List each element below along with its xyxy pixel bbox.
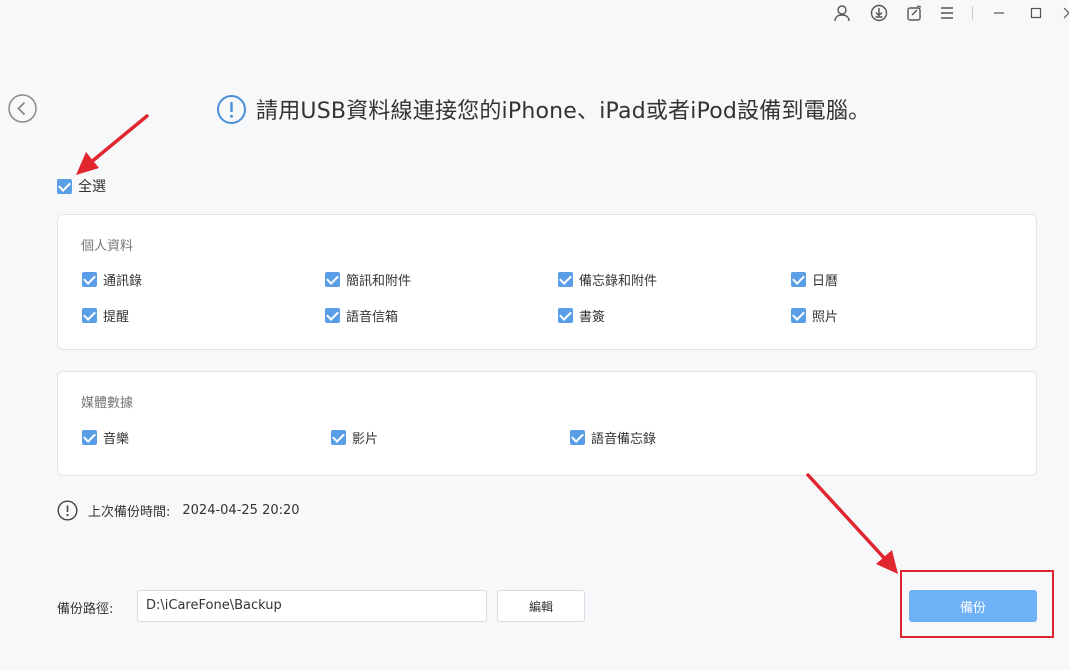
checkbox-voice-memos[interactable]: 語音備忘錄 xyxy=(570,428,656,447)
checkbox-label: 日曆 xyxy=(812,274,839,289)
backup-path-field[interactable]: D:\iCareFone\Backup xyxy=(137,590,487,622)
app-window: 請用USB資料線連接您的iPhone、iPad或者iPod設備到電腦。 全選 個… xyxy=(0,0,1069,670)
checkbox-checked-icon xyxy=(325,308,340,323)
checkbox-checked-icon xyxy=(558,272,573,287)
checkbox-messages[interactable]: 簡訊和附件 xyxy=(325,270,411,289)
checkbox-calendar[interactable]: 日曆 xyxy=(791,270,838,289)
personal-data-panel: 個人資料 通訊錄 簡訊和附件 備忘錄和附件 日曆 提醒 語音信箱 書簽 照片 xyxy=(57,214,1037,350)
checkbox-checked-icon xyxy=(82,308,97,323)
checkbox-checked-icon xyxy=(570,430,585,445)
minimize-icon[interactable] xyxy=(989,3,1009,23)
chevron-left-icon xyxy=(8,94,37,123)
checkbox-label: 音樂 xyxy=(103,432,130,447)
checkbox-checked-icon xyxy=(82,430,97,445)
checkbox-videos[interactable]: 影片 xyxy=(331,428,378,447)
annotation-arrow-select-all xyxy=(76,114,149,175)
checkbox-checked-icon xyxy=(331,430,346,445)
checkbox-photos[interactable]: 照片 xyxy=(791,306,838,325)
checkbox-label: 語音備忘錄 xyxy=(591,432,657,447)
maximize-icon[interactable] xyxy=(1026,3,1046,23)
checkbox-label: 語音信箱 xyxy=(346,310,399,325)
media-data-panel: 媒體數據 音樂 影片 語音備忘錄 xyxy=(57,371,1037,476)
download-icon[interactable] xyxy=(869,3,889,23)
checkbox-label: 照片 xyxy=(812,310,839,325)
checkbox-checked-icon xyxy=(791,308,806,323)
checkbox-voicemail[interactable]: 語音信箱 xyxy=(325,306,398,325)
backup-path-label: 備份路徑: xyxy=(57,602,114,617)
checkbox-bookmarks[interactable]: 書簽 xyxy=(558,306,605,325)
edit-path-button[interactable]: 編輯 xyxy=(497,590,585,622)
page-header: 請用USB資料線連接您的iPhone、iPad或者iPod設備到電腦。 xyxy=(216,92,870,126)
select-all-checkbox[interactable]: 全選 xyxy=(57,176,106,196)
media-data-title: 媒體數據 xyxy=(81,396,134,411)
page-title: 請用USB資料線連接您的iPhone、iPad或者iPod設備到電腦。 xyxy=(256,99,871,124)
last-backup-info: 上次備份時間: 2024-04-25 20:20 xyxy=(57,500,300,521)
info-icon xyxy=(217,94,246,124)
menu-icon[interactable] xyxy=(937,3,957,23)
back-button[interactable] xyxy=(8,94,37,123)
checkbox-label: 影片 xyxy=(352,432,379,447)
last-backup-label: 上次備份時間: xyxy=(88,505,171,520)
close-icon[interactable] xyxy=(1059,3,1069,23)
checkbox-contacts[interactable]: 通訊錄 xyxy=(82,270,142,289)
checkbox-checked-icon xyxy=(558,308,573,323)
checkbox-reminders[interactable]: 提醒 xyxy=(82,306,129,325)
checkbox-label: 提醒 xyxy=(103,310,130,325)
titlebar-divider xyxy=(972,6,973,20)
checkbox-label: 書簽 xyxy=(579,310,606,325)
checkbox-checked-icon xyxy=(57,178,72,194)
personal-data-title: 個人資料 xyxy=(81,239,134,254)
checkbox-label: 通訊錄 xyxy=(103,274,143,289)
user-icon[interactable] xyxy=(832,3,852,23)
checkbox-music[interactable]: 音樂 xyxy=(82,428,129,447)
select-all-label: 全選 xyxy=(78,179,106,195)
backup-button[interactable]: 備份 xyxy=(909,590,1037,622)
feedback-icon[interactable] xyxy=(905,3,925,23)
checkbox-checked-icon xyxy=(82,272,97,287)
last-backup-value: 2024-04-25 20:20 xyxy=(182,503,300,518)
checkbox-notes[interactable]: 備忘錄和附件 xyxy=(558,270,657,289)
checkbox-label: 備忘錄和附件 xyxy=(579,274,658,289)
alert-icon xyxy=(57,500,78,521)
checkbox-checked-icon xyxy=(791,272,806,287)
checkbox-label: 簡訊和附件 xyxy=(346,274,412,289)
annotation-arrow-backup xyxy=(806,473,898,574)
checkbox-checked-icon xyxy=(325,272,340,287)
